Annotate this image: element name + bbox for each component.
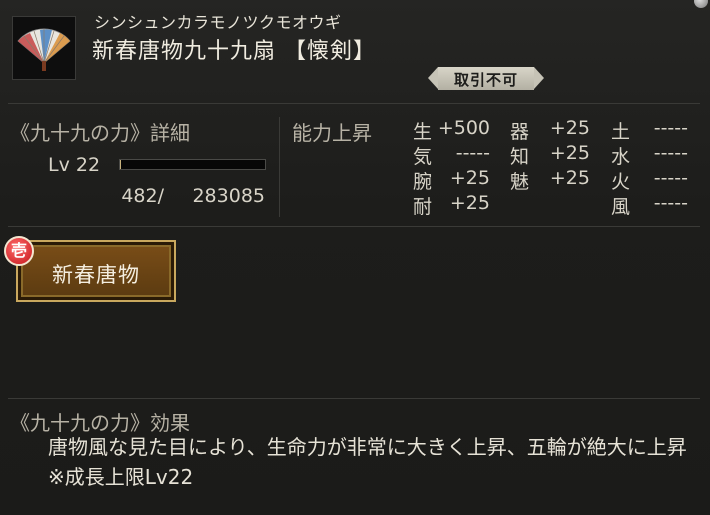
stat-value: ----- <box>455 142 490 164</box>
stat-value: +25 <box>549 167 590 189</box>
power-effect-description: 唐物風な見た目により、生命力が非常に大きく上昇、五輪が絶大に上昇 ※成長上限Lv… <box>48 435 687 489</box>
stat-label: 火 <box>611 171 631 193</box>
divider <box>8 103 700 104</box>
divider <box>8 398 700 399</box>
trade-status-badge: 取引不可 <box>428 67 544 90</box>
skill-button[interactable]: 新春唐物 <box>16 240 176 302</box>
power-detail-title: 《九十九の力》詳細 <box>10 121 190 145</box>
stat-label: 知 <box>510 146 530 168</box>
exp-progress-bar <box>119 159 266 170</box>
stat-label: 土 <box>611 121 631 143</box>
item-name: 新春唐物九十九扇 【懐剣】 <box>92 39 376 64</box>
stat-label: 腕 <box>413 171 433 193</box>
stat-label: 耐 <box>413 196 433 218</box>
skill-button-label: 新春唐物 <box>52 263 140 287</box>
divider <box>8 226 700 227</box>
stat-value: +25 <box>449 167 490 189</box>
stat-value: +25 <box>549 117 590 139</box>
stat-label: 魅 <box>510 171 530 193</box>
stat-value: +25 <box>549 142 590 164</box>
stat-value: ----- <box>653 142 688 164</box>
stat-label: 気 <box>413 146 433 168</box>
trade-status-label: 取引不可 <box>453 71 518 89</box>
stat-value: +500 <box>437 117 490 139</box>
exp-current: 482/ <box>121 185 164 207</box>
stat-value: ----- <box>653 117 688 139</box>
stat-value: ----- <box>653 167 688 189</box>
exp-max: 283085 <box>192 185 265 207</box>
level-label: Lv 22 <box>48 154 101 176</box>
stat-label: 器 <box>510 121 530 143</box>
item-detail-panel: シンシュンカラモノツクモオウギ 新春唐物九十九扇 【懐剣】 取引不可 《九十九の… <box>0 0 710 515</box>
stat-value: +25 <box>449 192 490 214</box>
item-kana-reading: シンシュンカラモノツクモオウギ <box>94 13 342 32</box>
skill-seal-badge: 壱 <box>4 236 34 266</box>
stat-label: 風 <box>611 196 631 218</box>
stat-label: 水 <box>611 146 631 168</box>
folding-fan-icon <box>17 28 71 71</box>
item-icon <box>12 16 76 80</box>
divider-vertical <box>279 117 280 217</box>
stat-value: ----- <box>653 192 688 214</box>
close-knob-icon[interactable] <box>694 0 708 8</box>
stat-label: 生 <box>413 121 433 143</box>
stat-boost-title: 能力上昇 <box>292 121 372 145</box>
